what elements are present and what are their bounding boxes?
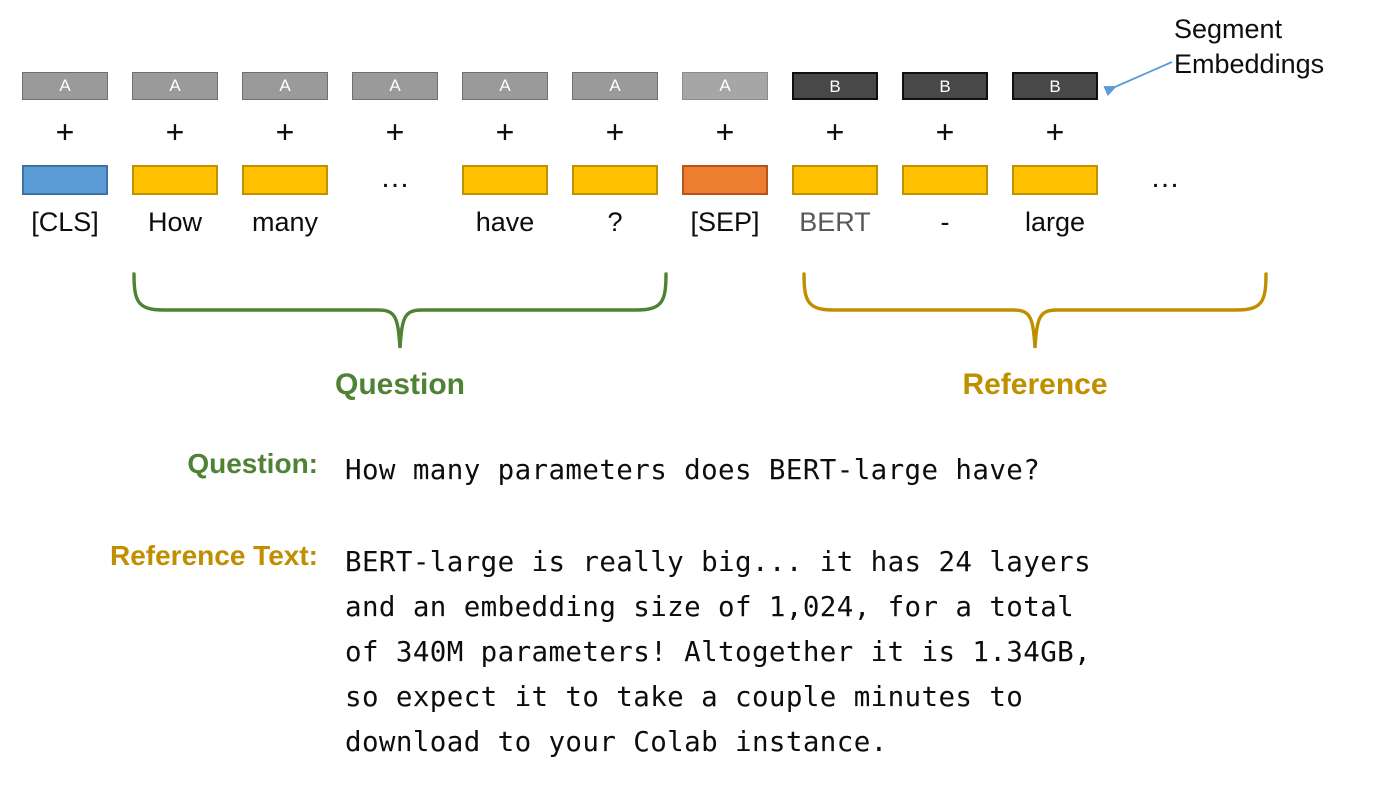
token-label: [CLS] bbox=[31, 207, 99, 237]
segment-embedding-box: A bbox=[132, 72, 218, 100]
segment-embedding-box: A bbox=[22, 72, 108, 100]
plus-icon: + bbox=[1045, 114, 1065, 150]
question-body-col: How many parameters does BERT-large have… bbox=[345, 448, 1355, 493]
qa-text-block: Question: How many parameters does BERT-… bbox=[0, 448, 1378, 758]
question-brace bbox=[130, 272, 670, 352]
reference-text-line: download to your Colab instance. bbox=[345, 726, 888, 758]
token-label: many bbox=[251, 207, 319, 237]
plus-icon: + bbox=[165, 114, 185, 150]
segment-embedding-box: B bbox=[792, 72, 878, 100]
token-embedding-box bbox=[132, 165, 218, 195]
plus-icon: + bbox=[715, 114, 735, 150]
token-label: ? bbox=[607, 207, 623, 237]
segment-embeddings-callout: Segment Embeddings bbox=[1174, 12, 1374, 82]
token-embedding-box bbox=[242, 165, 328, 195]
reference-brace-label: Reference bbox=[962, 368, 1108, 401]
plus-icon: + bbox=[825, 114, 845, 150]
question-label: Question: bbox=[187, 448, 318, 479]
segment-embedding-box: A bbox=[462, 72, 548, 100]
token-embedding-box bbox=[682, 165, 768, 195]
token-label: [SEP] bbox=[690, 207, 760, 237]
plus-icon: + bbox=[605, 114, 625, 150]
plus-icon: + bbox=[495, 114, 515, 150]
segment-embedding-box: A bbox=[242, 72, 328, 100]
segment-embedding-box: B bbox=[902, 72, 988, 100]
plus-icon: + bbox=[275, 114, 295, 150]
token-label: BERT bbox=[799, 207, 871, 237]
question-brace-label: Question bbox=[334, 368, 465, 401]
token-label: - bbox=[940, 207, 950, 237]
token-label: have bbox=[475, 207, 535, 237]
reference-text-line: BERT-large is really big... it has 24 la… bbox=[345, 546, 1092, 578]
plus-icon: + bbox=[935, 114, 955, 150]
segment-embedding-box: A bbox=[352, 72, 438, 100]
token-embedding-box bbox=[462, 165, 548, 195]
question-text: How many parameters does BERT-large have… bbox=[345, 454, 1041, 486]
reference-text-line: of 340M parameters! Altogether it is 1.3… bbox=[345, 636, 1092, 668]
token-embedding-box bbox=[22, 165, 108, 195]
token-embedding-box bbox=[792, 165, 878, 195]
ellipsis-marker: … bbox=[380, 161, 410, 194]
callout-line-2: Embeddings bbox=[1174, 49, 1325, 79]
token-embedding-diagram: A + [CLS] A + How A + many A + … A + have A +? A + [SEP] B + B… bbox=[0, 0, 1378, 260]
ellipsis-marker: … bbox=[1150, 161, 1180, 194]
reference-text-line: and an embedding size of 1,024, for a to… bbox=[345, 591, 1075, 623]
question-row: Question: How many parameters does BERT-… bbox=[0, 448, 1378, 506]
plus-icon: + bbox=[55, 114, 75, 150]
reference-label-col: Reference Text: bbox=[0, 540, 318, 580]
token-embedding-box bbox=[902, 165, 988, 195]
plus-icon: + bbox=[385, 114, 405, 150]
segment-embedding-box: B bbox=[1012, 72, 1098, 100]
token-label: How bbox=[147, 207, 202, 237]
token-embedding-box bbox=[1012, 165, 1098, 195]
reference-text-line: so expect it to take a couple minutes to bbox=[345, 681, 1024, 713]
segment-embedding-box: A bbox=[682, 72, 768, 100]
reference-text-label: Reference Text: bbox=[109, 540, 318, 571]
reference-body-col: BERT-large is really big... it has 24 la… bbox=[345, 540, 1355, 765]
callout-line-1: Segment bbox=[1174, 14, 1283, 44]
reference-brace bbox=[800, 272, 1270, 352]
token-embedding-box bbox=[572, 165, 658, 195]
question-label-col: Question: bbox=[0, 448, 318, 488]
segment-embedding-box: A bbox=[572, 72, 658, 100]
token-label: large bbox=[1024, 207, 1086, 237]
segment-embeddings-arrow-icon bbox=[1103, 61, 1173, 97]
